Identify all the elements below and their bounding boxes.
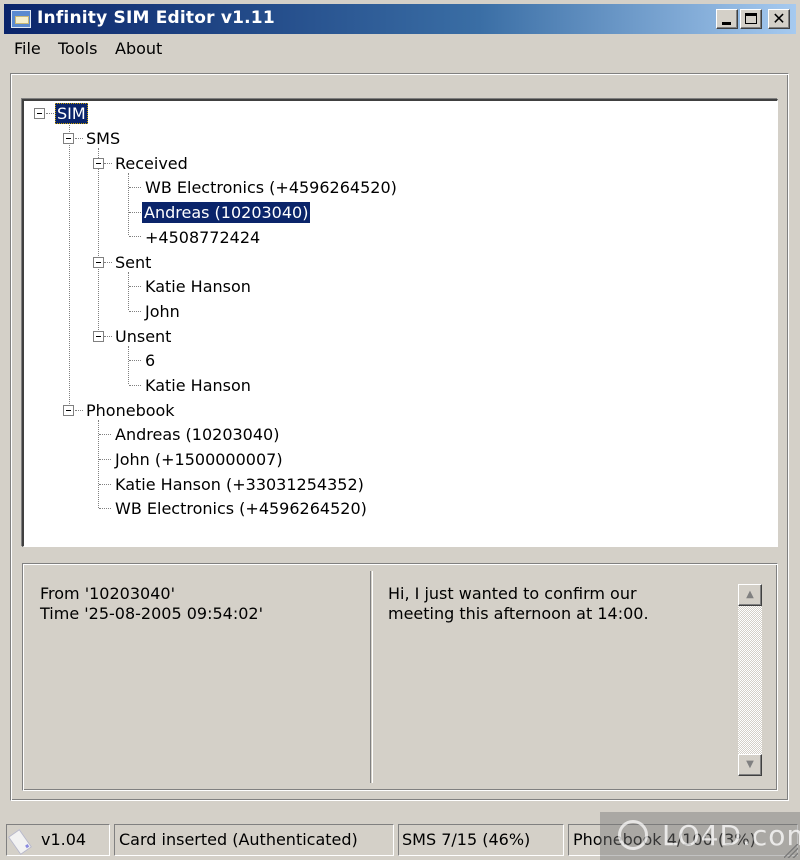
tree-node-sms[interactable]: SMS (84, 128, 122, 149)
message-body[interactable]: Hi, I just wanted to confirm our meeting… (388, 584, 728, 624)
tree-node-phonebook[interactable]: Phonebook (84, 400, 177, 421)
tree-node-sent[interactable]: Sent (113, 252, 153, 273)
app-window: Infinity SIM Editor v1.11 ✕ File Tools A… (0, 0, 800, 860)
menu-tools[interactable]: Tools (58, 39, 97, 58)
tree-line (99, 459, 111, 460)
tree-line (128, 173, 129, 235)
tree-line (129, 236, 141, 237)
tree-line (128, 346, 129, 384)
close-icon: ✕ (772, 9, 786, 28)
tree-node-sim[interactable]: SIM (55, 103, 88, 124)
scroll-down-button[interactable]: ▼ (738, 754, 762, 776)
tree-item-sent[interactable]: John (143, 301, 182, 322)
tree-line (99, 508, 111, 509)
pane-splitter[interactable] (370, 571, 373, 783)
tree-item-contact[interactable]: Andreas (10203040) (113, 424, 281, 445)
collapse-icon[interactable] (63, 133, 74, 144)
collapse-icon[interactable] (34, 108, 45, 119)
tree-line (104, 336, 112, 337)
collapse-icon[interactable] (63, 405, 74, 416)
scroll-up-button[interactable]: ▲ (738, 584, 762, 606)
sim-card-app-icon (11, 10, 31, 28)
tree-line (129, 187, 141, 188)
status-card-panel: Card inserted (Authenticated) (114, 824, 394, 856)
tree-line (104, 163, 112, 164)
tree-line (69, 123, 70, 412)
maximize-button[interactable] (740, 9, 762, 29)
tree-line (104, 262, 112, 263)
minimize-icon (722, 22, 731, 25)
tree-line (75, 138, 83, 139)
tree-line (129, 286, 141, 287)
minimize-button[interactable] (716, 9, 738, 29)
scroll-track[interactable] (738, 606, 762, 754)
tree-line (129, 212, 141, 213)
tree-line (129, 360, 141, 361)
maximize-icon (745, 13, 757, 24)
tree-line (98, 148, 99, 338)
tree-line (129, 311, 141, 312)
tree-item-unsent[interactable]: Katie Hanson (143, 375, 253, 396)
menu-bar: File Tools About (4, 36, 796, 62)
arrow-down-icon: ▼ (746, 759, 754, 770)
message-line: Hi, I just wanted to confirm our (388, 584, 637, 603)
menu-about[interactable]: About (115, 39, 162, 58)
close-button[interactable]: ✕ (768, 9, 790, 29)
tree-line (99, 434, 111, 435)
tree-item-sent[interactable]: Katie Hanson (143, 276, 253, 297)
tree-line (75, 410, 83, 411)
tree-node-unsent[interactable]: Unsent (113, 326, 173, 347)
collapse-icon[interactable] (93, 257, 104, 268)
tree-item-received[interactable]: +4508772424 (143, 227, 262, 248)
tree-line (46, 113, 54, 114)
tree-line (99, 484, 111, 485)
collapse-icon[interactable] (93, 331, 104, 342)
title-bar[interactable]: Infinity SIM Editor v1.11 ✕ (4, 4, 796, 34)
watermark-text: LO4D.com (662, 819, 800, 852)
sim-tree-view[interactable]: SIM SMS Received WB Electronics (+459626… (22, 99, 778, 547)
tree-node-received[interactable]: Received (113, 153, 190, 174)
tree-item-contact[interactable]: Katie Hanson (+33031254352) (113, 474, 366, 495)
message-line: meeting this afternoon at 14:00. (388, 604, 649, 623)
tree-item-received-selected[interactable]: Andreas (10203040) (142, 202, 311, 223)
sim-card-icon (7, 828, 33, 855)
status-sms-panel: SMS 7/15 (46%) (398, 824, 564, 856)
tree-item-contact[interactable]: John (+1500000007) (113, 449, 285, 470)
tree-item-unsent[interactable]: 6 (143, 350, 157, 371)
version-label: v1.04 (41, 830, 87, 849)
collapse-icon[interactable] (93, 158, 104, 169)
message-time: Time '25-08-2005 09:54:02' (40, 604, 263, 623)
window-title: Infinity SIM Editor v1.11 (37, 8, 275, 28)
message-scrollbar[interactable]: ▲ ▼ (738, 584, 762, 776)
tree-item-received[interactable]: WB Electronics (+4596264520) (143, 177, 399, 198)
tree-item-contact[interactable]: WB Electronics (+4596264520) (113, 498, 369, 519)
message-info-pane: From '10203040' Time '25-08-2005 09:54:0… (40, 584, 263, 624)
watermark-overlay: LO4D.com (600, 812, 800, 860)
arrow-up-icon: ▲ (746, 589, 754, 600)
tree-line (129, 385, 141, 386)
menu-file[interactable]: File (14, 39, 41, 58)
watermark-logo-icon (618, 820, 648, 850)
tree-line (128, 272, 129, 310)
status-version-panel: v1.04 (6, 824, 110, 856)
message-from: From '10203040' (40, 584, 175, 603)
